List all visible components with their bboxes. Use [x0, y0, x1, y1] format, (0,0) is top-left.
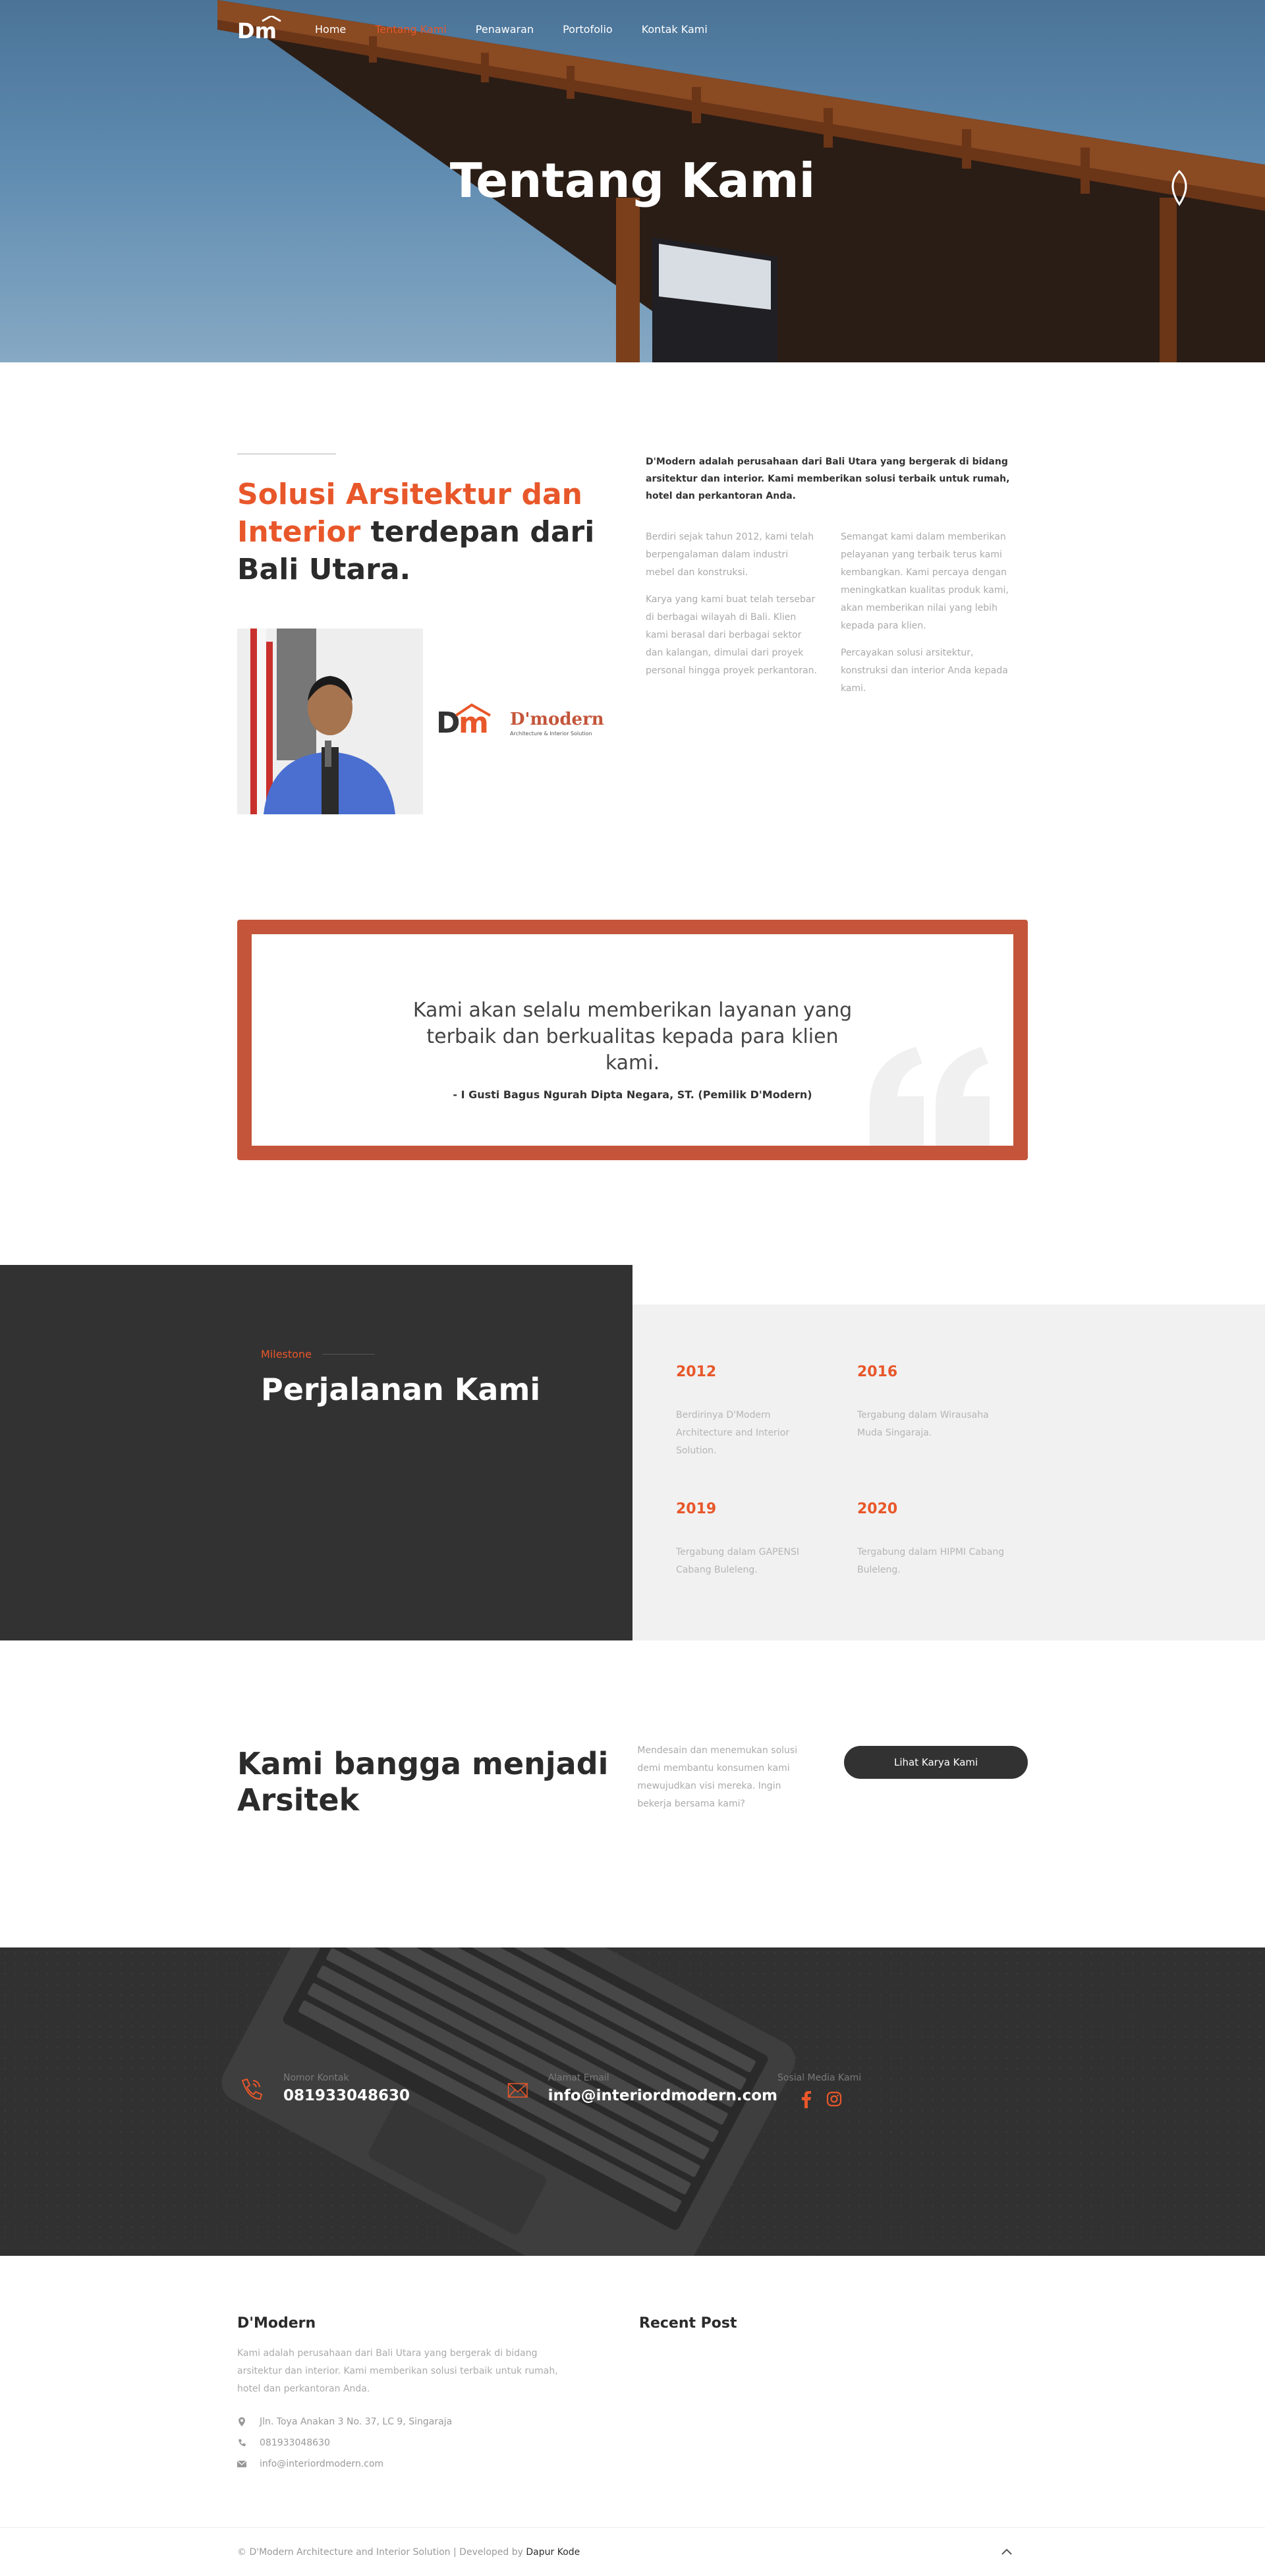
about-section: Solusi Arsitektur dan Interior terdepan … [0, 362, 1265, 1265]
milestone-desc: Tergabung dalam HIPMI Cabang Buleleng. [857, 1547, 1005, 1575]
footer-email-text[interactable]: info@interiordmodern.com [260, 2453, 383, 2475]
milestone-year: 2019 [676, 1501, 717, 1517]
developer-link[interactable]: Dapur Kode [526, 2547, 580, 2558]
milestone-desc: Tergabung dalam GAPENSI Cabang Buleleng. [676, 1547, 799, 1575]
map-pin-icon [237, 2417, 246, 2426]
footer-address-text: Jln. Toya Anakan 3 No. 37, LC 9, Singara… [260, 2417, 453, 2427]
dmodern-logo-name: D'modern [510, 710, 604, 729]
milestone-year: 2020 [857, 1501, 898, 1517]
social-label: Sosial Media Kami [777, 2073, 862, 2083]
milestone-item: 2016 Tergabung dalam Wirausaha Muda Sing… [857, 1364, 1038, 1460]
main-navigation: Dm Home Tentang Kami Penawaran Portofoli… [0, 16, 1265, 42]
footer-about: Kami adalah perusahaan dari Bali Utara y… [237, 2348, 558, 2394]
milestone-label-line [322, 1354, 375, 1355]
nav-home[interactable]: Home [315, 23, 346, 36]
footer-address: Jln. Toya Anakan 3 No. 37, LC 9, Singara… [237, 2411, 639, 2432]
milestone-label: Milestone [261, 1348, 375, 1360]
phone-icon [241, 2078, 263, 2100]
about-lead: D'Modern adalah perusahaan dari Bali Uta… [646, 457, 1010, 501]
nav-tentang-kami[interactable]: Tentang Kami [375, 23, 447, 36]
footer-email: info@interiordmodern.com [237, 2453, 639, 2475]
about-heading: Solusi Arsitektur dan Interior terdepan … [237, 476, 619, 589]
about-paragraph: Karya yang kami buat telah tersebar di b… [646, 594, 817, 676]
about-paragraph: Semangat kami dalam memberikan pelayanan… [841, 532, 1009, 631]
phone-value[interactable]: 081933048630 [283, 2087, 410, 2104]
cta-description: Mendesain dan menemukan solusi demi memb… [637, 1745, 798, 1809]
social-media: Sosial Media Kami [777, 2073, 861, 2108]
recent-post-title: Recent Post [639, 2315, 737, 2332]
quote-mark-icon [870, 1046, 990, 1146]
nav-portofolio[interactable]: Portofolio [563, 23, 613, 36]
copyright-text: © D'Modern Architecture and Interior Sol… [237, 2546, 523, 2558]
envelope-small-icon [237, 2459, 246, 2469]
milestone-section: Milestone Perjalanan Kami 2012 Berdiriny… [0, 1265, 1265, 1640]
phone-small-icon [237, 2438, 246, 2448]
owner-photo [237, 628, 423, 814]
contact-phone: Nomor Kontak 081933048630 [237, 2073, 507, 2108]
dmodern-logo: D m D'modern Architecture & Interior Sol… [436, 698, 614, 744]
milestone-desc: Berdirinya D'Modern Architecture and Int… [676, 1410, 790, 1456]
footer-brand: D'Modern [237, 2315, 316, 2332]
contact-band: Nomor Kontak 081933048630 Alamat Email i… [0, 1947, 1265, 2256]
facebook-icon[interactable] [801, 2091, 812, 2108]
dmodern-logo-tagline: Architecture & Interior Solution [510, 731, 592, 737]
milestone-grid: 2012 Berdirinya D'Modern Architecture an… [676, 1364, 1038, 1579]
quote-text: Kami akan selalu memberikan layanan yang… [412, 998, 853, 1075]
milestone-item: 2020 Tergabung dalam HIPMI Cabang Bulele… [857, 1501, 1038, 1579]
instagram-icon[interactable] [826, 2091, 842, 2107]
copyright: © D'Modern Architecture and Interior Sol… [237, 2547, 580, 2558]
envelope-icon [507, 2083, 528, 2098]
contact-email: Alamat Email info@interiordmodern.com [507, 2073, 777, 2108]
email-label: Alamat Email [548, 2073, 609, 2083]
nav-kontak-kami[interactable]: Kontak Kami [642, 23, 708, 36]
quote-frame: Kami akan selalu memberikan layanan yang… [237, 919, 1028, 1160]
bottom-bar: © D'Modern Architecture and Interior Sol… [0, 2527, 1265, 2575]
page-title: Tentang Kami [449, 153, 816, 208]
email-value[interactable]: info@interiordmodern.com [548, 2087, 777, 2104]
milestone-year: 2012 [676, 1364, 717, 1380]
cta-title: Kami bangga menjadi Arsitek [237, 1746, 609, 1818]
brand-logo[interactable]: Dm [237, 16, 283, 42]
milestone-desc: Tergabung dalam Wirausaha Muda Singaraja… [857, 1410, 989, 1438]
nav-penawaran[interactable]: Penawaran [476, 23, 534, 36]
about-paragraph: Percayakan solusi arsitektur, konstruksi… [841, 648, 1008, 694]
milestone-dark-panel [0, 1265, 632, 1640]
milestone-label-text: Milestone [261, 1348, 312, 1360]
hero-banner: Dm Home Tentang Kami Penawaran Portofoli… [0, 0, 1265, 362]
view-portfolio-button[interactable]: Lihat Karya Kami [844, 1746, 1028, 1779]
footer-phone-text[interactable]: 081933048630 [260, 2432, 330, 2453]
milestone-item: 2019 Tergabung dalam GAPENSI Cabang Bule… [676, 1501, 857, 1579]
phone-label: Nomor Kontak [283, 2073, 349, 2083]
svg-text:D: D [436, 706, 461, 740]
brand-logo-text: Dm [237, 18, 277, 42]
about-paragraph: Berdiri sejak tahun 2012, kami telah ber… [646, 532, 814, 578]
milestone-item: 2012 Berdirinya D'Modern Architecture an… [676, 1364, 857, 1460]
cta-section: Kami bangga menjadi Arsitek Mendesain da… [0, 1640, 1265, 1947]
heading-divider [237, 453, 336, 455]
footer-phone: 081933048630 [237, 2432, 639, 2453]
milestone-title: Perjalanan Kami [261, 1372, 541, 1407]
footer: D'Modern Kami adalah perusahaan dari Bal… [0, 2256, 1265, 2527]
milestone-year: 2016 [857, 1364, 898, 1380]
chevron-up-icon[interactable] [999, 2544, 1015, 2560]
